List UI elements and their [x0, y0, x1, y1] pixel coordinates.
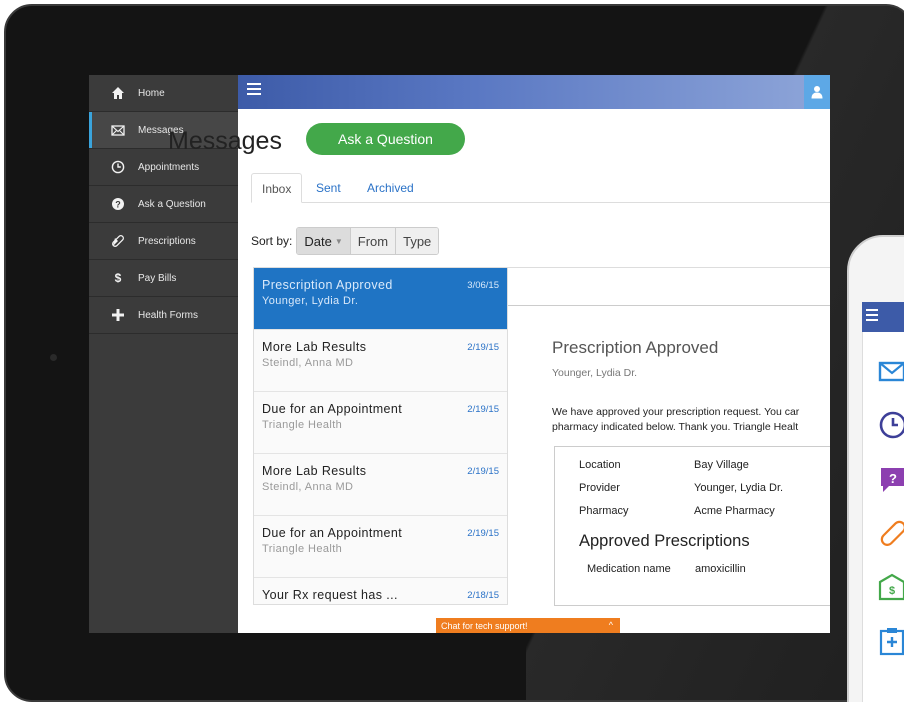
sidebar-item-label: Appointments — [138, 161, 200, 173]
sort-date-button[interactable]: Date ▼ — [297, 228, 351, 254]
svg-text:?: ? — [889, 471, 897, 486]
message-sender: Younger, Lydia Dr. — [262, 295, 359, 307]
envelope-icon — [111, 123, 125, 137]
message-sender: Triangle Health — [262, 543, 343, 555]
list-item[interactable]: More Lab Results Steindl, Anna MD 2/19/1… — [254, 454, 507, 516]
sidebar-item-pay-bills[interactable]: $ Pay Bills — [89, 260, 238, 297]
clipboard-icon[interactable] — [877, 626, 904, 656]
tab-inbox[interactable]: Inbox — [251, 173, 303, 203]
envelope-icon[interactable] — [877, 357, 904, 387]
info-row-provider: Provider Younger, Lydia Dr. — [579, 482, 819, 505]
phone-menu-icon[interactable] — [866, 309, 878, 324]
sidebar-item-label: Prescriptions — [138, 235, 196, 247]
sort-options: Date ▼ From Type — [296, 227, 440, 255]
message-sender: Steindl, Anna MD — [262, 357, 354, 369]
rx-value: amoxicillin — [695, 563, 746, 575]
tab-sent[interactable]: Sent — [306, 173, 351, 203]
detail-body-line: We have approved your prescription reque… — [552, 406, 800, 418]
message-date: 2/19/15 — [467, 342, 499, 353]
detail-toolbar — [508, 267, 830, 306]
info-row-pharmacy: Pharmacy Acme Pharmacy — [579, 505, 819, 528]
sidebar-item-label: Ask a Question — [138, 198, 206, 210]
sort-from-button[interactable]: From — [350, 228, 397, 254]
message-sender: Steindl, Anna MD — [262, 481, 354, 493]
sidebar-item-label: Health Forms — [138, 309, 199, 321]
message-list: Prescription Approved Younger, Lydia Dr.… — [253, 267, 508, 605]
question-icon[interactable]: ? — [877, 464, 904, 494]
info-value: Younger, Lydia Dr. — [694, 482, 784, 494]
clock-icon — [111, 160, 125, 174]
pill-icon — [111, 234, 125, 248]
chat-support-bar[interactable]: Chat for tech support! ^ — [436, 618, 620, 633]
info-row-location: Location Bay Village — [579, 459, 819, 482]
sidebar-item-home[interactable]: Home — [89, 75, 238, 112]
caret-down-icon: ▼ — [334, 236, 343, 246]
bill-icon[interactable]: $ — [877, 572, 904, 602]
detail-body-line: pharmacy indicated below. Thank you. Tri… — [552, 421, 799, 433]
plus-icon — [111, 308, 125, 322]
sidebar-item-ask-question[interactable]: ? Ask a Question — [89, 186, 238, 223]
app-screen: Home Messages Appointments ? Ask a Quest… — [89, 75, 830, 633]
approved-prescriptions-heading: Approved Prescriptions — [579, 532, 750, 550]
top-bar — [238, 75, 830, 109]
list-item[interactable]: More Lab Results Steindl, Anna MD 2/19/1… — [254, 330, 507, 392]
info-key: Provider — [579, 482, 620, 494]
list-item[interactable]: Prescription Approved Younger, Lydia Dr.… — [254, 268, 507, 330]
sidebar: Home Messages Appointments ? Ask a Quest… — [89, 75, 238, 633]
info-value: Acme Pharmacy — [694, 505, 775, 517]
message-title: More Lab Results — [262, 340, 367, 354]
message-title: Due for an Appointment — [262, 526, 403, 540]
message-date: 3/06/15 — [467, 280, 499, 291]
detail-sender: Younger, Lydia Dr. — [552, 367, 638, 379]
svg-text:$: $ — [889, 585, 895, 597]
message-date: 2/18/15 — [467, 590, 499, 601]
sort-bar: Sort by: Date ▼ From Type — [251, 227, 440, 255]
message-tabs: Inbox Sent Archived — [251, 173, 830, 203]
page-title: Messages — [168, 127, 282, 155]
sidebar-item-label: Pay Bills — [138, 272, 177, 284]
sidebar-item-label: Home — [138, 87, 165, 99]
info-key: Pharmacy — [579, 505, 629, 517]
info-key: Location — [579, 459, 621, 471]
clock-icon[interactable] — [877, 410, 904, 440]
dollar-icon: $ — [114, 271, 122, 285]
chevron-up-icon: ^ — [608, 620, 613, 630]
detail-body: We have approved your prescription reque… — [552, 405, 830, 435]
ask-question-button[interactable]: Ask a Question — [306, 123, 465, 155]
message-date: 2/19/15 — [467, 528, 499, 539]
sort-type-button[interactable]: Type — [396, 228, 439, 254]
list-item[interactable]: Due for an Appointment Triangle Health 2… — [254, 516, 507, 578]
sort-date-label: Date — [304, 233, 332, 249]
pill-icon[interactable] — [877, 518, 904, 548]
chat-support-label: Chat for tech support! — [441, 620, 528, 631]
prescription-info-box: Location Bay Village Provider Younger, L… — [554, 446, 830, 606]
message-title: More Lab Results — [262, 464, 367, 478]
message-date: 2/19/15 — [467, 466, 499, 477]
message-date: 2/19/15 — [467, 404, 499, 415]
question-icon: ? — [111, 197, 125, 211]
rx-key: Medication name — [587, 563, 671, 575]
home-icon — [111, 86, 125, 100]
message-title: Due for an Appointment — [262, 402, 403, 416]
message-sender: Triangle Health — [262, 419, 343, 431]
list-item[interactable]: Due for an Appointment Triangle Health 2… — [254, 392, 507, 454]
detail-subject: Prescription Approved — [552, 338, 719, 357]
rx-row: Medication name amoxicillin — [579, 563, 819, 575]
sidebar-item-health-forms[interactable]: Health Forms — [89, 297, 238, 334]
tablet-camera — [50, 354, 57, 361]
svg-text:?: ? — [115, 200, 121, 210]
sidebar-item-prescriptions[interactable]: Prescriptions — [89, 223, 238, 260]
message-title: Your Rx request has ... — [262, 588, 398, 602]
message-title: Prescription Approved — [262, 278, 393, 292]
info-value: Bay Village — [694, 459, 749, 471]
list-item[interactable]: Your Rx request has ... 2/18/15 — [254, 578, 507, 604]
sort-label: Sort by: — [251, 234, 293, 248]
menu-icon[interactable] — [247, 83, 261, 96]
tab-archived[interactable]: Archived — [357, 173, 424, 203]
user-icon[interactable] — [804, 75, 830, 109]
